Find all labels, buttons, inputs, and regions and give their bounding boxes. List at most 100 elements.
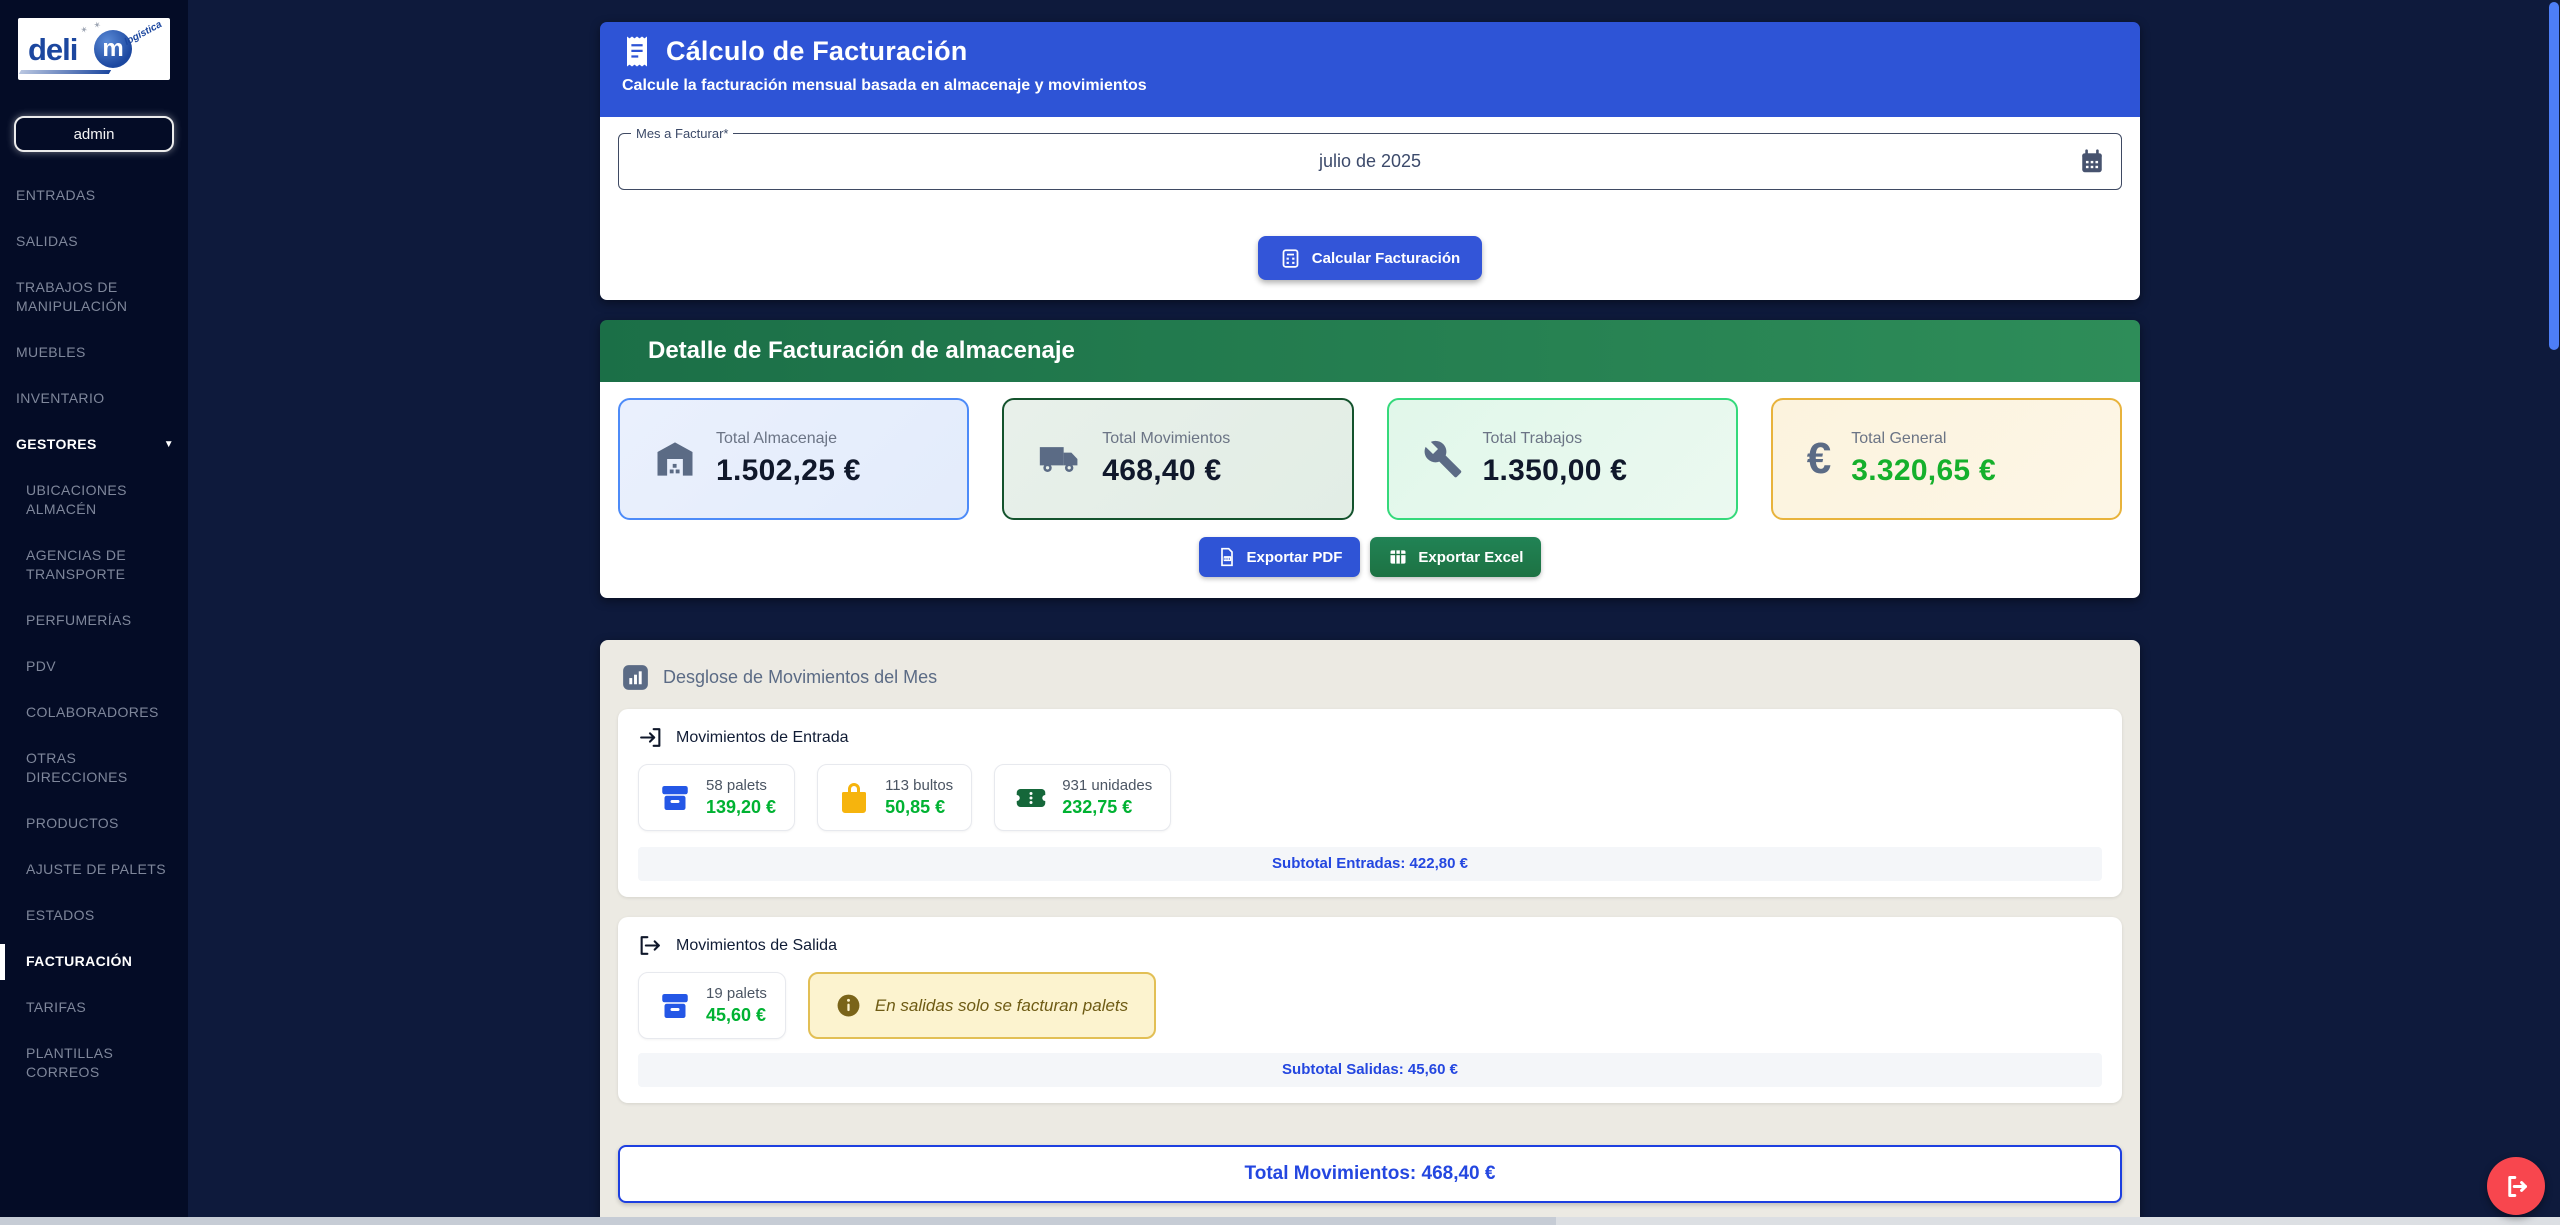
exits-subtotal: Subtotal Salidas: 45,60 € — [638, 1053, 2102, 1087]
exits-items-row: 19 palets 45,60 € En salidas solo se fac… — [638, 972, 2102, 1039]
sidebar-item-label: MUEBLES — [16, 344, 86, 360]
sidebar-item-plantillas-correos[interactable]: PLANTILLAS CORREOS — [0, 1044, 188, 1082]
sidebar-item-label: COLABORADORES — [26, 704, 159, 720]
exits-card: Movimientos de Salida 19 palets 45,60 € … — [618, 917, 2122, 1103]
logo-underline — [18, 70, 112, 74]
detail-title: Detalle de Facturación de almacenaje — [648, 337, 1075, 364]
pallet-box-icon — [662, 993, 688, 1018]
entries-card: Movimientos de Entrada 58 palets 139,20 … — [618, 709, 2122, 897]
sidebar-item-perfumerias[interactable]: PERFUMERÍAS — [0, 611, 188, 630]
entries-bultos-value: 50,85 € — [885, 797, 946, 817]
logo-brand-text: deli — [28, 32, 78, 67]
entries-unidades-card: 931 unidades 232,75 € — [994, 764, 1172, 831]
bar-chart-icon — [623, 665, 648, 690]
billing-calc-card: Cálculo de Facturación Calcule la factur… — [600, 22, 2140, 300]
entries-unidades-value: 232,75 € — [1062, 797, 1133, 817]
entries-bultos-qty: 113 bultos — [885, 777, 954, 794]
exits-note-text: En salidas solo se facturan palets — [874, 995, 1129, 1015]
export-excel-label: Exportar Excel — [1418, 548, 1524, 566]
exits-note: En salidas solo se facturan palets — [807, 972, 1157, 1039]
exits-palets-card: 19 palets 45,60 € — [638, 972, 786, 1039]
calculator-icon — [1282, 248, 1299, 268]
total-general-card: € Total General 3.320,65 € — [1770, 398, 2122, 520]
total-movimientos-label: Total Movimientos — [1102, 430, 1231, 447]
export-pdf-button[interactable]: Exportar PDF — [1198, 537, 1361, 577]
sidebar-item-ubicaciones-almacen[interactable]: UBICACIONES ALMACÉN — [0, 481, 188, 519]
export-excel-button[interactable]: Exportar Excel — [1370, 537, 1542, 577]
sidebar-item-ajuste-palets[interactable]: AJUSTE DE PALETS — [0, 860, 188, 879]
total-movimientos-value: 468,40 € — [1102, 454, 1222, 487]
total-almacenaje-label: Total Almacenaje — [716, 430, 837, 447]
logo-brand-suffix: m — [102, 35, 124, 62]
entries-subtotal: Subtotal Entradas: 422,80 € — [638, 847, 2102, 881]
entries-header: Movimientos de Entrada — [638, 725, 2102, 750]
entries-bultos-card: 113 bultos 50,85 € — [817, 764, 973, 831]
summary-cards-row: Total Almacenaje 1.502,25 € Total Movimi… — [618, 398, 2122, 520]
user-button[interactable]: admin — [14, 116, 174, 152]
sidebar-item-label: AJUSTE DE PALETS — [26, 861, 166, 877]
bag-icon — [842, 782, 867, 813]
receipt-icon — [627, 36, 647, 67]
sidebar-item-label: TRABAJOS DE MANIPULACIÓN — [16, 279, 128, 314]
export-buttons-row: Exportar PDF Exportar Excel — [618, 537, 2122, 577]
breakdown-title: Desglose de Movimientos del Mes — [663, 667, 938, 687]
sidebar-item-entradas[interactable]: ENTRADAS — [0, 186, 188, 205]
pdf-file-icon — [1220, 547, 1233, 567]
horizontal-scrollbar-thumb[interactable] — [0, 1217, 1556, 1225]
sidebar-item-salidas[interactable]: SALIDAS — [0, 232, 188, 251]
chevron-down-icon: ▼ — [163, 439, 174, 450]
entries-unidades-qty: 931 unidades — [1062, 777, 1153, 794]
breakdown-header: Desglose de Movimientos del Mes — [618, 640, 2122, 709]
total-almacenaje-value: 1.502,25 € — [716, 454, 861, 487]
billing-calc-body: Mes a Facturar* julio de 2025 Calcular F… — [600, 117, 2140, 300]
sidebar-item-label: PRODUCTOS — [26, 815, 119, 831]
sidebar-item-label: GESTORES — [16, 436, 97, 452]
page-subtitle: Calcule la facturación mensual basada en… — [622, 77, 1147, 94]
sidebar-item-tarifas[interactable]: TARIFAS — [0, 998, 188, 1017]
pallet-box-icon — [662, 785, 688, 810]
total-general-label: Total General — [1851, 430, 1947, 447]
sidebar-item-otras-direcciones[interactable]: OTRAS DIRECCIONES — [0, 749, 188, 787]
billing-calc-header: Cálculo de Facturación Calcule la factur… — [600, 22, 2140, 117]
sidebar-item-gestores[interactable]: GESTORES ▼ — [0, 435, 188, 454]
logo: ✶ ✶ deli m logística — [18, 18, 170, 80]
logout-button[interactable] — [2487, 1157, 2545, 1215]
sidebar-item-trabajos-manipulacion[interactable]: TRABAJOS DE MANIPULACIÓN — [0, 278, 188, 316]
logo-tagline: logística — [123, 19, 165, 48]
billing-detail-body: Total Almacenaje 1.502,25 € Total Movimi… — [600, 382, 2140, 598]
total-almacenaje-card: Total Almacenaje 1.502,25 € — [618, 398, 970, 520]
billing-detail-header: Detalle de Facturación de almacenaje — [600, 320, 2140, 382]
month-input-value: julio de 2025 — [1318, 151, 1422, 171]
month-input-label: Mes a Facturar* — [631, 126, 734, 141]
sidebar-item-colaboradores[interactable]: COLABORADORES — [0, 703, 188, 722]
movements-breakdown-card: Desglose de Movimientos del Mes Movimien… — [600, 640, 2140, 1217]
sidebar-item-muebles[interactable]: MUEBLES — [0, 343, 188, 362]
entries-items-row: 58 palets 139,20 € 113 bultos 50,85 € 93… — [638, 764, 2102, 831]
vertical-scrollbar-thumb[interactable] — [2549, 2, 2559, 350]
calendar-icon[interactable] — [2079, 149, 2105, 175]
calculate-billing-button[interactable]: Calcular Facturación — [1257, 236, 1483, 280]
sidebar-item-facturacion[interactable]: FACTURACIÓN — [0, 944, 188, 980]
sidebar-item-agencias-transporte[interactable]: AGENCIAS DE TRANSPORTE — [0, 546, 188, 584]
month-input[interactable]: Mes a Facturar* julio de 2025 — [618, 126, 2122, 190]
total-trabajos-value: 1.350,00 € — [1482, 454, 1628, 487]
billing-detail-card: Detalle de Facturación de almacenaje Tot… — [600, 320, 2140, 598]
sidebar-item-inventario[interactable]: INVENTARIO — [0, 389, 188, 408]
sidebar-item-label: UBICACIONES ALMACÉN — [26, 482, 127, 517]
sidebar-item-label: TARIFAS — [26, 999, 87, 1015]
sidebar-item-label: FACTURACIÓN — [26, 953, 133, 969]
sidebar-item-estados[interactable]: ESTADOS — [0, 906, 188, 925]
wrench-icon — [1424, 440, 1461, 478]
spreadsheet-icon — [1390, 550, 1406, 564]
sidebar-item-pdv[interactable]: PDV — [0, 657, 188, 676]
sidebar-item-label: ESTADOS — [26, 907, 95, 923]
logout-icon — [2507, 1175, 2527, 1197]
total-trabajos-label: Total Trabajos — [1482, 430, 1583, 447]
total-general-value: 3.320,65 € — [1851, 454, 1997, 487]
sidebar-item-label: PLANTILLAS CORREOS — [26, 1045, 114, 1080]
horizontal-scrollbar[interactable] — [0, 1217, 2560, 1225]
exits-title: Movimientos de Salida — [676, 936, 837, 954]
exits-header: Movimientos de Salida — [638, 933, 2102, 958]
sidebar-nav: ENTRADAS SALIDAS TRABAJOS DE MANIPULACIÓ… — [0, 186, 188, 1082]
sidebar-item-productos[interactable]: PRODUCTOS — [0, 814, 188, 833]
